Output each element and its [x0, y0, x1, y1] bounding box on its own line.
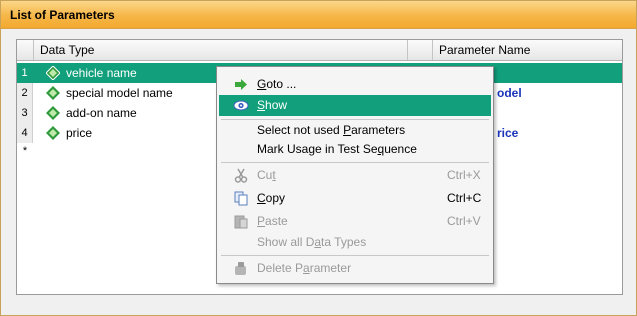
column-header-spacer[interactable] [408, 40, 433, 60]
eye-icon [233, 100, 249, 111]
data-type-cell: vehicle name [66, 66, 137, 80]
menu-item-mark-usage[interactable]: Mark Usage in Test Sequence [219, 139, 491, 160]
menu-item-show[interactable]: Show [219, 95, 491, 116]
table-header: Data Type Parameter Name [17, 40, 622, 61]
menu-item-show-all-data-types[interactable]: Show all Data Types [219, 232, 491, 253]
shortcut-paste: Ctrl+V [447, 214, 481, 228]
menu-item-select-not-used-parameters[interactable]: Select not used Parameters [219, 120, 491, 141]
data-type-cell: special model name [66, 86, 173, 100]
shortcut-copy: Ctrl+C [447, 191, 482, 205]
shortcut-cut: Ctrl+X [447, 168, 481, 182]
row-number: 3 [17, 103, 33, 123]
data-type-cell: add-on name [66, 106, 137, 120]
menu-item-cut[interactable]: Cut Ctrl+X [219, 165, 491, 186]
menu-item-delete-parameter[interactable]: Delete Parameter [219, 258, 491, 279]
menu-item-paste[interactable]: Paste Ctrl+V [219, 211, 491, 232]
context-menu: Goto ... Show Select not used Parameters… [216, 66, 494, 284]
new-row-marker: * [17, 143, 33, 159]
column-header-data-type[interactable]: Data Type [34, 40, 408, 60]
row-number: 1 [17, 63, 33, 83]
delete-icon [235, 262, 246, 275]
parameter-name-cell: rice [497, 126, 519, 140]
panel-title: List of Parameters [10, 8, 115, 22]
green-diamond-icon [46, 106, 60, 120]
menu-item-goto[interactable]: Goto ... [219, 74, 491, 95]
data-type-cell: price [66, 126, 93, 140]
green-diamond-icon [46, 86, 60, 100]
menu-separator [221, 255, 489, 256]
row-number-header[interactable] [17, 40, 34, 60]
green-diamond-icon [46, 66, 60, 80]
parameter-name-cell: odel [497, 86, 522, 100]
menu-item-copy[interactable]: Copy Ctrl+C [219, 188, 491, 209]
column-header-parameter-name[interactable]: Parameter Name [433, 40, 622, 60]
copy-icon [234, 191, 248, 206]
row-number: 4 [17, 123, 33, 143]
green-diamond-icon [46, 126, 60, 140]
green-arrow-icon [235, 79, 247, 90]
paste-icon [234, 215, 248, 229]
menu-separator [221, 162, 489, 163]
panel-header: List of Parameters [1, 1, 636, 29]
scissors-icon [234, 168, 248, 183]
row-number: 2 [17, 83, 33, 103]
